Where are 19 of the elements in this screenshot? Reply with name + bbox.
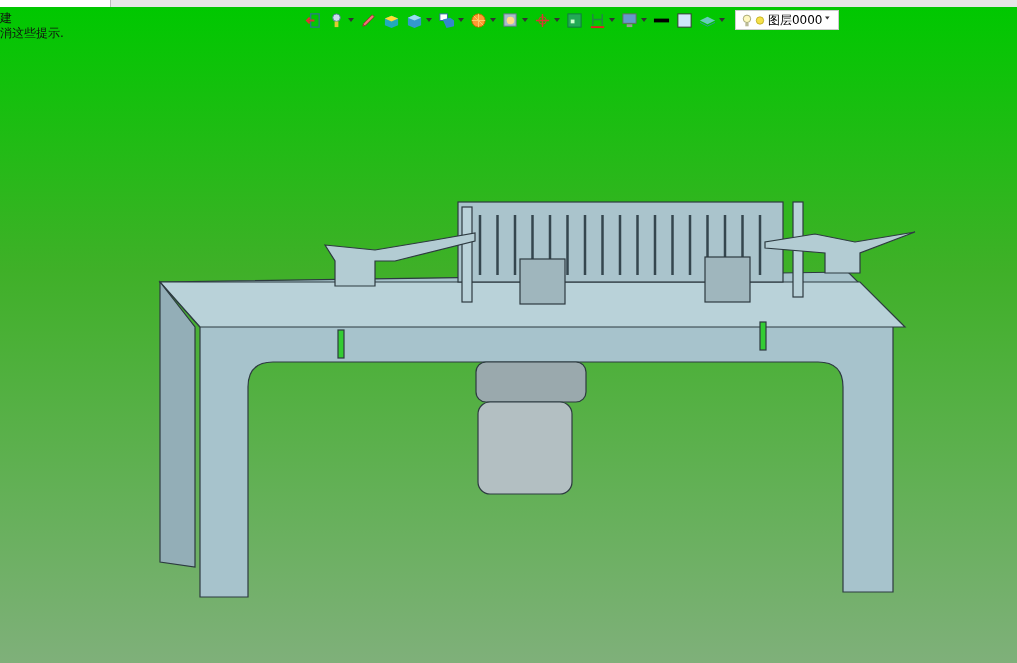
caret-icon[interactable]: [426, 18, 432, 22]
caret-icon[interactable]: [490, 18, 496, 22]
caret-icon[interactable]: [348, 18, 354, 22]
caret-icon[interactable]: [609, 18, 615, 22]
dimension-icon[interactable]: [589, 11, 606, 29]
layer-dropdown[interactable]: 图层0000: [735, 10, 839, 30]
caret-icon[interactable]: [719, 18, 725, 22]
caret-icon[interactable]: [458, 18, 464, 22]
caret-icon[interactable]: [522, 18, 528, 22]
pen-icon[interactable]: [360, 11, 377, 29]
hint-text: 消这些提示.: [0, 26, 64, 41]
fill-icon[interactable]: [676, 11, 693, 29]
lightbulb-icon[interactable]: [742, 12, 752, 28]
caret-icon[interactable]: [641, 18, 647, 22]
hint-text: 建: [0, 11, 13, 26]
sphere-icon[interactable]: [470, 11, 487, 29]
exit-icon[interactable]: [305, 11, 322, 29]
caret-icon[interactable]: [825, 16, 830, 20]
caret-icon[interactable]: [554, 18, 560, 22]
